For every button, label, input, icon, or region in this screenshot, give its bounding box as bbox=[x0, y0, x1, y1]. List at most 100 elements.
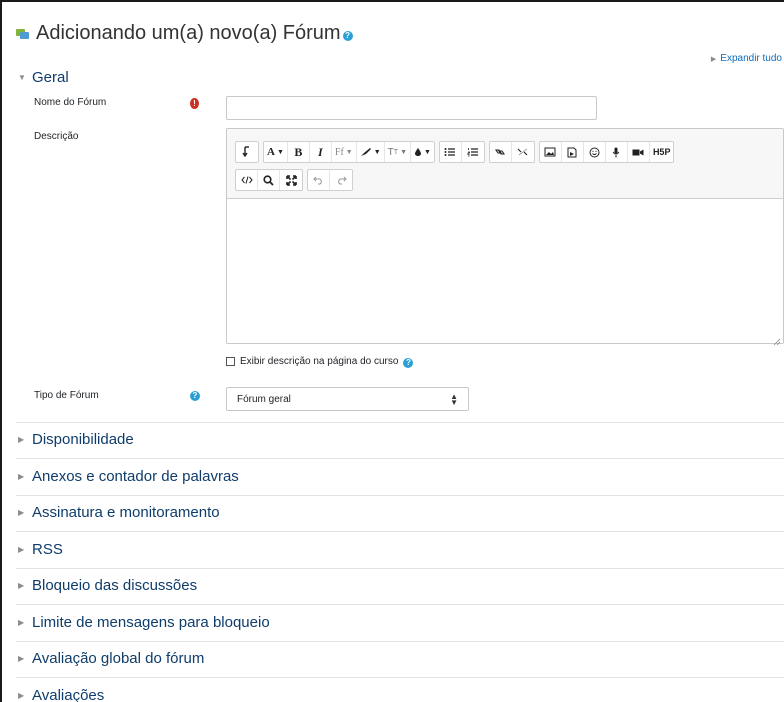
fullscreen-button[interactable] bbox=[280, 170, 302, 190]
divider bbox=[16, 422, 784, 423]
show-more-icon[interactable] bbox=[236, 142, 258, 162]
toolbar-row-1: A ▼ B I Ff ▼ ▼ T T ▼ ▼ H5P bbox=[235, 141, 675, 163]
divider bbox=[16, 531, 784, 532]
font-size-button[interactable]: T T ▼ bbox=[385, 142, 411, 162]
toolbar-group bbox=[438, 141, 485, 163]
image-icon bbox=[544, 147, 556, 157]
section-title: Avaliações bbox=[32, 687, 105, 702]
section-header[interactable]: ▶ Anexos e contador de palavras bbox=[18, 468, 239, 485]
section-header[interactable]: ▶ RSS bbox=[18, 541, 63, 558]
caret-right-icon: ▶ bbox=[18, 618, 25, 627]
font-family-button[interactable]: Ff ▼ bbox=[332, 142, 357, 162]
microphone-icon bbox=[613, 147, 620, 157]
toolbar-group bbox=[235, 141, 259, 163]
image-button[interactable] bbox=[540, 142, 562, 162]
toolbar-group bbox=[307, 169, 353, 191]
redo-button[interactable] bbox=[330, 170, 352, 190]
toolbar-group bbox=[488, 141, 535, 163]
undo-button[interactable] bbox=[308, 170, 330, 190]
caret-right-icon: ▶ bbox=[18, 545, 25, 554]
redo-icon bbox=[337, 176, 347, 185]
link-button[interactable] bbox=[490, 142, 512, 162]
divider bbox=[16, 641, 784, 642]
background-color-button[interactable]: ▼ bbox=[411, 142, 434, 162]
accessibility-checker-button[interactable] bbox=[258, 170, 280, 190]
paintbrush-icon bbox=[360, 148, 371, 156]
forum-name-input[interactable] bbox=[226, 96, 597, 120]
show-description-label: Exibir descrição na página do curso bbox=[240, 356, 399, 367]
divider bbox=[16, 677, 784, 678]
caret-right-icon: ▶ bbox=[18, 581, 25, 590]
show-description-checkbox[interactable] bbox=[226, 357, 235, 366]
section-header[interactable]: ▶ Limite de mensagens para bloqueio bbox=[18, 614, 270, 631]
bold-button[interactable]: B bbox=[288, 142, 310, 162]
resize-handle-icon[interactable] bbox=[773, 333, 781, 346]
forum-type-value: Fórum geral bbox=[237, 393, 291, 405]
section-general-title: Geral bbox=[32, 69, 69, 86]
section-title: RSS bbox=[32, 541, 63, 558]
divider bbox=[16, 568, 784, 569]
drop-icon bbox=[415, 148, 421, 156]
italic-button[interactable]: I bbox=[310, 142, 332, 162]
divider bbox=[16, 495, 784, 496]
undo-icon bbox=[313, 176, 322, 185]
editor-content-area[interactable] bbox=[227, 199, 783, 343]
expand-icon bbox=[285, 174, 297, 186]
divider bbox=[16, 458, 784, 459]
caret-right-icon: ▶ bbox=[710, 55, 717, 63]
ordered-list-button[interactable] bbox=[462, 142, 484, 162]
unlink-button[interactable] bbox=[512, 142, 534, 162]
expand-all-link[interactable]: ▶ Expandir tudo bbox=[711, 53, 782, 64]
section-title: Avaliação global do fórum bbox=[32, 650, 205, 667]
show-description-checkbox-row[interactable]: Exibir descrição na página do curso ? bbox=[226, 356, 414, 368]
required-icon: ! bbox=[190, 98, 199, 109]
caret-right-icon: ▶ bbox=[18, 654, 25, 663]
help-icon[interactable]: ? bbox=[403, 357, 414, 368]
section-title: Disponibilidade bbox=[32, 431, 134, 448]
h5p-button[interactable]: H5P bbox=[650, 142, 674, 162]
help-icon[interactable]: ? bbox=[190, 391, 200, 401]
toolbar-group: A ▼ B I Ff ▼ ▼ T T ▼ ▼ bbox=[263, 141, 435, 163]
media-icon bbox=[567, 147, 577, 157]
caret-right-icon: ▶ bbox=[18, 435, 25, 444]
unlink-icon bbox=[517, 148, 528, 156]
font-color-button[interactable]: A ▼ bbox=[264, 142, 288, 162]
help-icon[interactable]: ? bbox=[342, 30, 353, 41]
link-icon bbox=[495, 149, 506, 155]
section-title: Limite de mensagens para bloqueio bbox=[32, 614, 270, 631]
description-editor[interactable]: A ▼ B I Ff ▼ ▼ T T ▼ ▼ H5P bbox=[226, 128, 784, 346]
section-header[interactable]: ▶ Avaliações bbox=[18, 687, 104, 702]
html-button[interactable] bbox=[236, 170, 258, 190]
unordered-list-icon bbox=[444, 148, 456, 156]
toolbar-row-2 bbox=[235, 169, 353, 191]
section-header[interactable]: ▶ Bloqueio das discussões bbox=[18, 577, 197, 594]
ordered-list-icon bbox=[467, 148, 478, 157]
expand-all-text: Expandir tudo bbox=[720, 53, 782, 64]
divider bbox=[16, 604, 784, 605]
record-audio-button[interactable] bbox=[606, 142, 628, 162]
section-title: Bloqueio das discussões bbox=[32, 577, 198, 594]
caret-right-icon: ▶ bbox=[18, 472, 25, 481]
section-header[interactable]: ▶ Assinatura e monitoramento bbox=[18, 504, 220, 521]
toolbar-group: H5P bbox=[538, 141, 675, 163]
caret-down-icon: ▼ bbox=[18, 73, 26, 82]
toolbar-group bbox=[235, 169, 303, 191]
section-title: Anexos e contador de palavras bbox=[32, 468, 239, 485]
unordered-list-button[interactable] bbox=[440, 142, 462, 162]
record-video-button[interactable] bbox=[628, 142, 650, 162]
forum-type-select[interactable]: Fórum geral ▲ ▼ bbox=[226, 387, 469, 411]
section-header[interactable]: ▶ Disponibilidade bbox=[18, 431, 134, 448]
video-camera-icon bbox=[632, 149, 644, 155]
section-general-header[interactable]: ▼ Geral bbox=[18, 69, 69, 86]
smiley-icon bbox=[589, 147, 600, 157]
media-button[interactable] bbox=[562, 142, 584, 162]
forum-name-label: Nome do Fórum bbox=[34, 97, 107, 108]
section-header[interactable]: ▶ Avaliação global do fórum bbox=[18, 650, 204, 667]
paintbrush-button[interactable]: ▼ bbox=[357, 142, 385, 162]
description-label: Descrição bbox=[34, 131, 79, 142]
section-title: Assinatura e monitoramento bbox=[32, 504, 220, 521]
code-icon bbox=[240, 176, 253, 184]
emoticon-button[interactable] bbox=[584, 142, 606, 162]
page-title-text: Adicionando um(a) novo(a) Fórum bbox=[36, 22, 341, 44]
editor-toolbar: A ▼ B I Ff ▼ ▼ T T ▼ ▼ H5P bbox=[227, 129, 783, 199]
